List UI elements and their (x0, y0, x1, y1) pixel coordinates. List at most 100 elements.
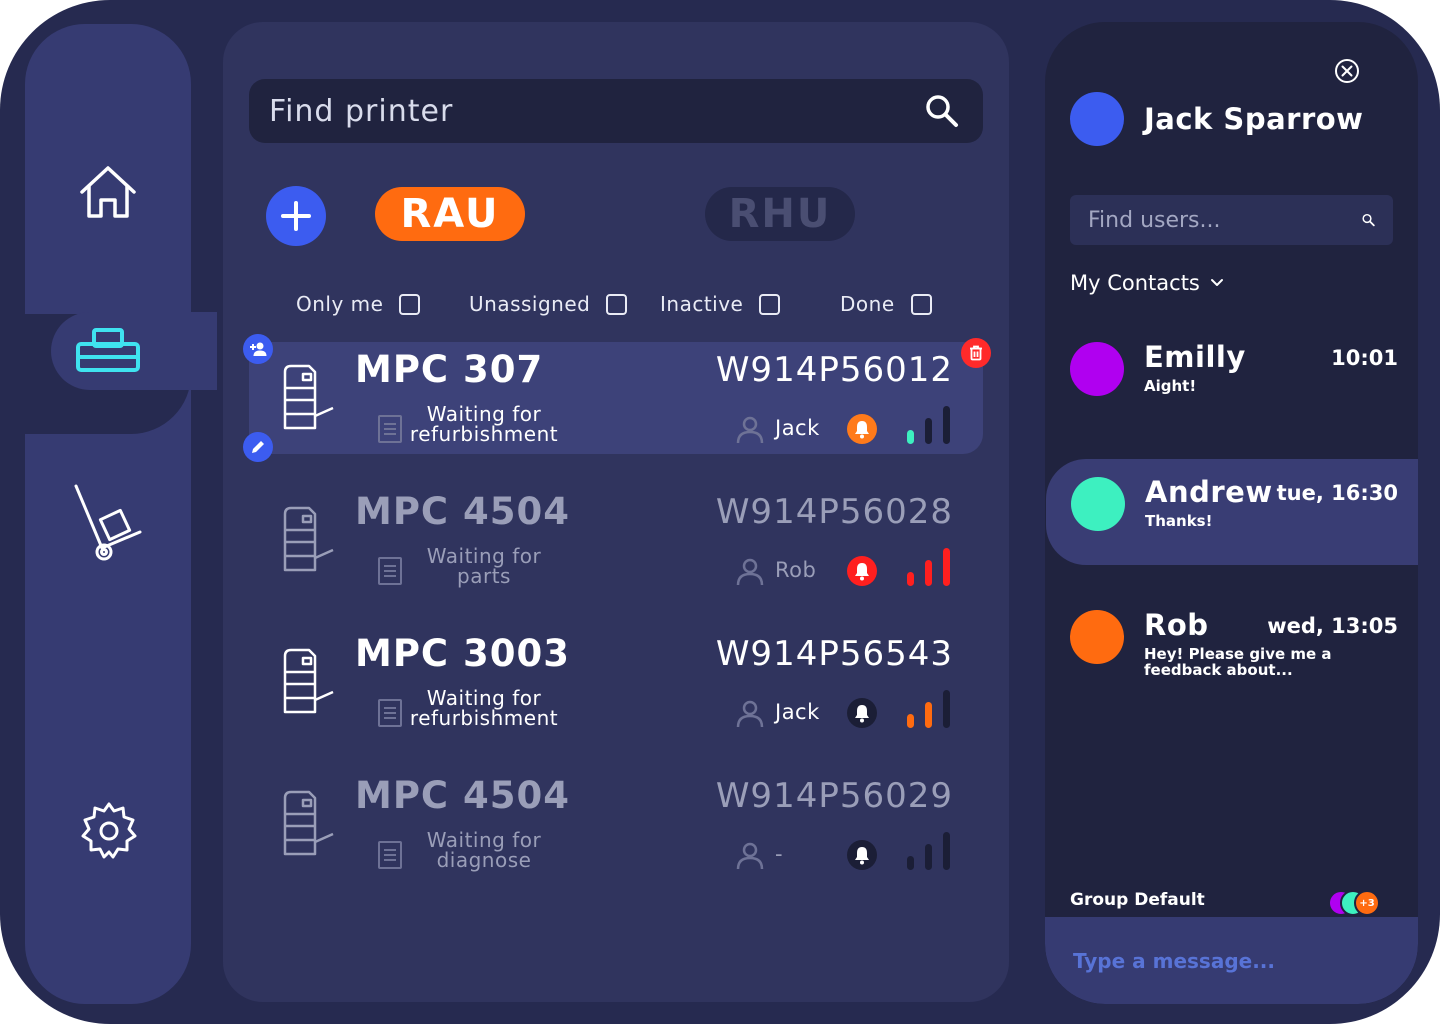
contact-timestamp: tue, 16:30 (1276, 481, 1398, 505)
filter-unassigned[interactable]: Unassigned (469, 292, 628, 316)
contact-item[interactable]: Andrew Thanks! tue, 16:30 (1046, 459, 1418, 565)
signal-strength (905, 830, 953, 876)
group-extra-count: +3 (1354, 890, 1380, 916)
filter-done[interactable]: Done (840, 292, 932, 316)
filter-checkbox[interactable] (606, 293, 628, 315)
user-search-bar (1070, 195, 1393, 245)
avatar[interactable] (1070, 92, 1124, 146)
message-composer (1045, 917, 1418, 1004)
printer-row[interactable]: MPC 4504 Waiting for diagnose W914P56029… (249, 768, 983, 880)
printer-icon (283, 506, 334, 572)
bell-icon (855, 705, 869, 723)
alert-badge[interactable] (847, 840, 877, 870)
printer-thumbnail (281, 504, 335, 578)
assignee-name: Jack (775, 416, 820, 440)
chat-panel: Jack Sparrow My Contacts Emilly Aight! 1… (1045, 22, 1418, 1004)
avatar (1070, 342, 1124, 396)
trash-icon (970, 345, 982, 361)
pencil-icon (252, 441, 264, 453)
contact-timestamp: 10:01 (1331, 346, 1398, 370)
alert-badge[interactable] (847, 414, 877, 444)
edit-button[interactable] (243, 432, 273, 462)
alert-badge[interactable] (847, 556, 877, 586)
bell-icon (855, 421, 869, 439)
nav-printers[interactable] (73, 324, 143, 378)
status-line: Waiting for (426, 686, 542, 710)
group-avatars: +3 (1328, 890, 1384, 916)
nav-settings[interactable] (77, 798, 141, 864)
filter-checkbox[interactable] (399, 293, 421, 315)
filter-label: Unassigned (469, 292, 591, 316)
assignee-name: Rob (775, 558, 817, 582)
filter-only-me[interactable]: Only me (296, 292, 421, 316)
printer-row[interactable]: MPC 4504 Waiting for parts W914P56028 Ro… (249, 484, 983, 596)
printer-panel: RAU RHU Only me Unassigned Inactive Done (223, 22, 1009, 1002)
printer-row[interactable]: MPC 307 Waiting for refurbishment W914P5… (243, 334, 991, 462)
assignee-avatar (735, 840, 765, 874)
filter-label: Done (840, 292, 895, 316)
avatar (1071, 477, 1125, 531)
status-line: Waiting for (426, 544, 542, 568)
assignee-avatar (735, 414, 765, 448)
printer-status: Waiting for parts (399, 546, 569, 586)
contact-last-message: Hey! Please give me a feedback about... (1144, 645, 1332, 679)
nav-home[interactable] (75, 162, 141, 222)
chevron-down-icon (1210, 279, 1223, 286)
tab-rau[interactable]: RAU (375, 187, 525, 241)
delete-button[interactable] (961, 338, 991, 368)
contact-name: Rob (1144, 608, 1209, 642)
assignee-avatar (735, 698, 765, 732)
signal-strength-icon (907, 832, 950, 870)
contact-item[interactable]: Rob Hey! Please give me a feedback about… (1045, 592, 1418, 698)
printer-model: MPC 4504 (355, 774, 570, 817)
printer-serial: W914P56012 (715, 350, 953, 390)
plus-icon (281, 201, 311, 231)
user-icon (736, 558, 764, 586)
user-icon (736, 700, 764, 728)
hand-truck-icon (74, 484, 142, 561)
printer-icon (283, 648, 334, 714)
add-user-icon (250, 342, 267, 356)
contact-item[interactable]: Emilly Aight! 10:01 (1045, 324, 1418, 430)
app-window: RAU RHU Only me Unassigned Inactive Done (0, 0, 1440, 1024)
printer-thumbnail (281, 646, 335, 720)
nav-logistics[interactable] (69, 476, 145, 568)
avatar (1070, 610, 1124, 664)
tab-rhu[interactable]: RHU (705, 187, 855, 241)
assignee-avatar (735, 556, 765, 590)
printer-status: Waiting for refurbishment (399, 404, 569, 444)
printer-icon (76, 328, 140, 372)
status-line: refurbishment (409, 422, 559, 446)
user-search-input[interactable] (1088, 207, 1362, 233)
alert-badge[interactable] (847, 698, 877, 728)
printer-model: MPC 4504 (355, 490, 570, 533)
printer-search-input[interactable] (269, 93, 925, 129)
assignee-name: - (775, 842, 784, 866)
printer-serial: W914P56028 (715, 492, 953, 532)
assign-user-button[interactable] (243, 334, 273, 364)
contact-last-message: Aight! (1144, 377, 1197, 395)
message-input[interactable] (1073, 948, 1373, 973)
close-icon[interactable] (1334, 58, 1360, 84)
search-icon[interactable] (1362, 209, 1375, 231)
group-bar[interactable]: Group Default +3 (1045, 882, 1418, 918)
add-printer-button[interactable] (266, 186, 326, 246)
printer-model: MPC 307 (355, 348, 544, 391)
filter-bar: Only me Unassigned Inactive Done (223, 292, 1009, 326)
printer-search-bar (249, 79, 983, 143)
printer-serial: W914P56543 (715, 634, 953, 674)
search-icon[interactable] (925, 94, 959, 128)
gear-icon (81, 802, 137, 859)
filter-checkbox[interactable] (759, 293, 781, 315)
filter-checkbox[interactable] (910, 293, 932, 315)
contacts-dropdown[interactable]: My Contacts (1070, 271, 1224, 295)
current-user-name: Jack Sparrow (1144, 102, 1364, 136)
filter-label: Inactive (660, 292, 744, 316)
contact-timestamp: wed, 13:05 (1267, 614, 1398, 638)
printer-row[interactable]: MPC 3003 Waiting for refurbishment W914P… (249, 626, 983, 738)
sidebar (25, 24, 217, 1004)
signal-strength (905, 404, 953, 450)
filter-inactive[interactable]: Inactive (660, 292, 781, 316)
printer-thumbnail (281, 788, 335, 862)
signal-strength-icon (907, 406, 950, 444)
